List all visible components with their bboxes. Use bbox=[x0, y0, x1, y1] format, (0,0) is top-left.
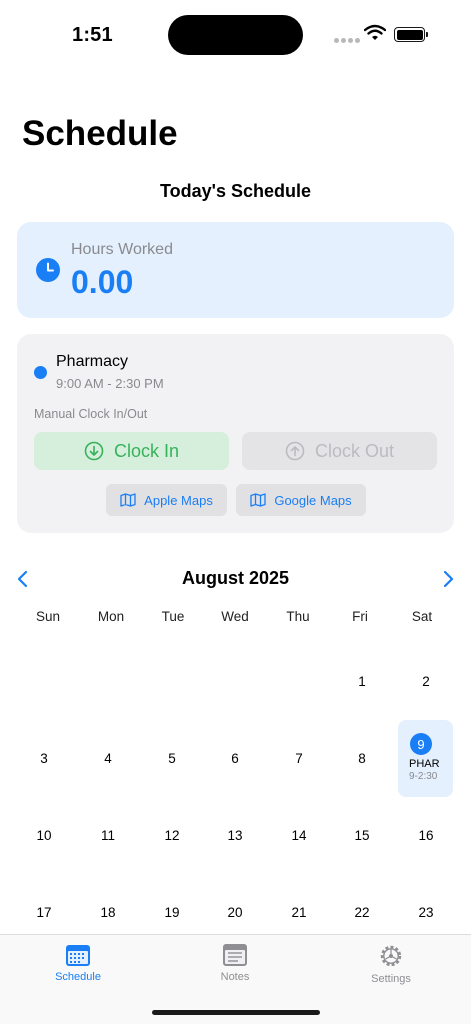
tab-settings-label: Settings bbox=[371, 973, 411, 985]
section-title: Today's Schedule bbox=[160, 181, 311, 201]
hours-worked-value: 0.00 bbox=[71, 264, 134, 300]
calendar-day[interactable]: 1 bbox=[332, 674, 392, 689]
clock-out-button[interactable]: Clock Out bbox=[242, 432, 437, 470]
tab-notes-label: Notes bbox=[220, 971, 250, 983]
battery-icon bbox=[394, 27, 428, 42]
tab-schedule[interactable]: Schedule bbox=[28, 943, 128, 983]
apple-maps-label: Apple Maps bbox=[144, 492, 213, 508]
shift-name: Pharmacy bbox=[56, 353, 129, 370]
tab-settings[interactable]: Settings bbox=[341, 943, 441, 985]
google-maps-label: Google Maps bbox=[274, 492, 352, 508]
map-icon bbox=[120, 493, 136, 507]
calendar-icon bbox=[66, 945, 90, 966]
shift-card: Pharmacy 9:00 AM - 2:30 PM Manual Clock … bbox=[17, 334, 454, 533]
dynamic-island bbox=[168, 15, 303, 55]
hours-worked-card: Hours Worked 0.00 bbox=[17, 222, 454, 318]
manual-clock-label: Manual Clock In/Out bbox=[34, 407, 148, 421]
calendar-day[interactable]: 21 bbox=[269, 905, 329, 920]
tab-schedule-label: Schedule bbox=[55, 971, 101, 983]
home-indicator[interactable] bbox=[152, 1010, 320, 1015]
clock-icon bbox=[36, 258, 60, 287]
calendar-day[interactable]: 15 bbox=[332, 828, 392, 843]
calendar-day[interactable]: 17 bbox=[14, 905, 74, 920]
wifi-icon bbox=[363, 24, 387, 46]
calendar-day[interactable]: 12 bbox=[142, 828, 202, 843]
map-icon bbox=[250, 493, 266, 507]
shift-time: 9:00 AM - 2:30 PM bbox=[56, 376, 164, 391]
calendar-day[interactable]: 7 bbox=[269, 751, 329, 766]
apple-maps-button[interactable]: Apple Maps bbox=[106, 484, 227, 516]
weekday-label: Wed bbox=[221, 609, 249, 624]
weekday-label: Thu bbox=[286, 609, 310, 624]
tab-notes[interactable]: Notes bbox=[185, 943, 285, 983]
calendar-day[interactable]: 6 bbox=[205, 751, 265, 766]
google-maps-button[interactable]: Google Maps bbox=[236, 484, 366, 516]
calendar-day[interactable]: 18 bbox=[78, 905, 138, 920]
calendar-day-selected[interactable]: 9 PHAR 9-2:30 bbox=[398, 720, 453, 797]
status-bar: 1:51 bbox=[0, 0, 471, 70]
cellular-signal-icon bbox=[334, 38, 360, 43]
weekday-label: Sun bbox=[35, 609, 61, 624]
clock-in-button[interactable]: Clock In bbox=[34, 432, 229, 470]
hours-worked-label: Hours Worked bbox=[71, 241, 173, 258]
calendar-day[interactable]: 13 bbox=[205, 828, 265, 843]
calendar-month-title: August 2025 bbox=[181, 568, 290, 588]
chevron-right-icon bbox=[443, 570, 454, 588]
selected-day-number: 9 bbox=[410, 733, 432, 755]
calendar-day[interactable]: 20 bbox=[205, 905, 265, 920]
calendar-day[interactable]: 11 bbox=[78, 828, 138, 843]
calendar-day[interactable]: 14 bbox=[269, 828, 329, 843]
calendar-day[interactable]: 4 bbox=[78, 751, 138, 766]
selected-day-shift-code: PHAR bbox=[409, 758, 440, 770]
calendar-day[interactable]: 2 bbox=[396, 674, 456, 689]
weekday-label: Mon bbox=[97, 609, 125, 624]
calendar-day[interactable]: 19 bbox=[142, 905, 202, 920]
clock-in-label: Clock In bbox=[113, 440, 180, 461]
calendar-day[interactable]: 8 bbox=[332, 751, 392, 766]
weekday-label: Sat bbox=[411, 609, 433, 624]
calendar-day[interactable]: 16 bbox=[396, 828, 456, 843]
gear-icon bbox=[380, 945, 402, 967]
weekday-label: Tue bbox=[161, 609, 185, 624]
next-month-button[interactable] bbox=[440, 569, 456, 594]
arrow-down-circle-icon bbox=[84, 441, 104, 461]
calendar-day[interactable]: 5 bbox=[142, 751, 202, 766]
calendar-day[interactable]: 10 bbox=[14, 828, 74, 843]
calendar-day[interactable]: 23 bbox=[396, 905, 456, 920]
arrow-up-circle-icon bbox=[285, 441, 305, 461]
calendar-day[interactable]: 3 bbox=[14, 751, 74, 766]
status-time: 1:51 bbox=[72, 24, 113, 46]
notes-icon bbox=[223, 944, 247, 966]
clock-out-label: Clock Out bbox=[314, 440, 395, 461]
selected-day-shift-time: 9-2:30 bbox=[409, 771, 438, 782]
calendar-day[interactable]: 22 bbox=[332, 905, 392, 920]
shift-indicator-dot bbox=[34, 366, 47, 379]
page-title: Schedule bbox=[22, 114, 178, 153]
weekday-label: Fri bbox=[352, 609, 368, 624]
